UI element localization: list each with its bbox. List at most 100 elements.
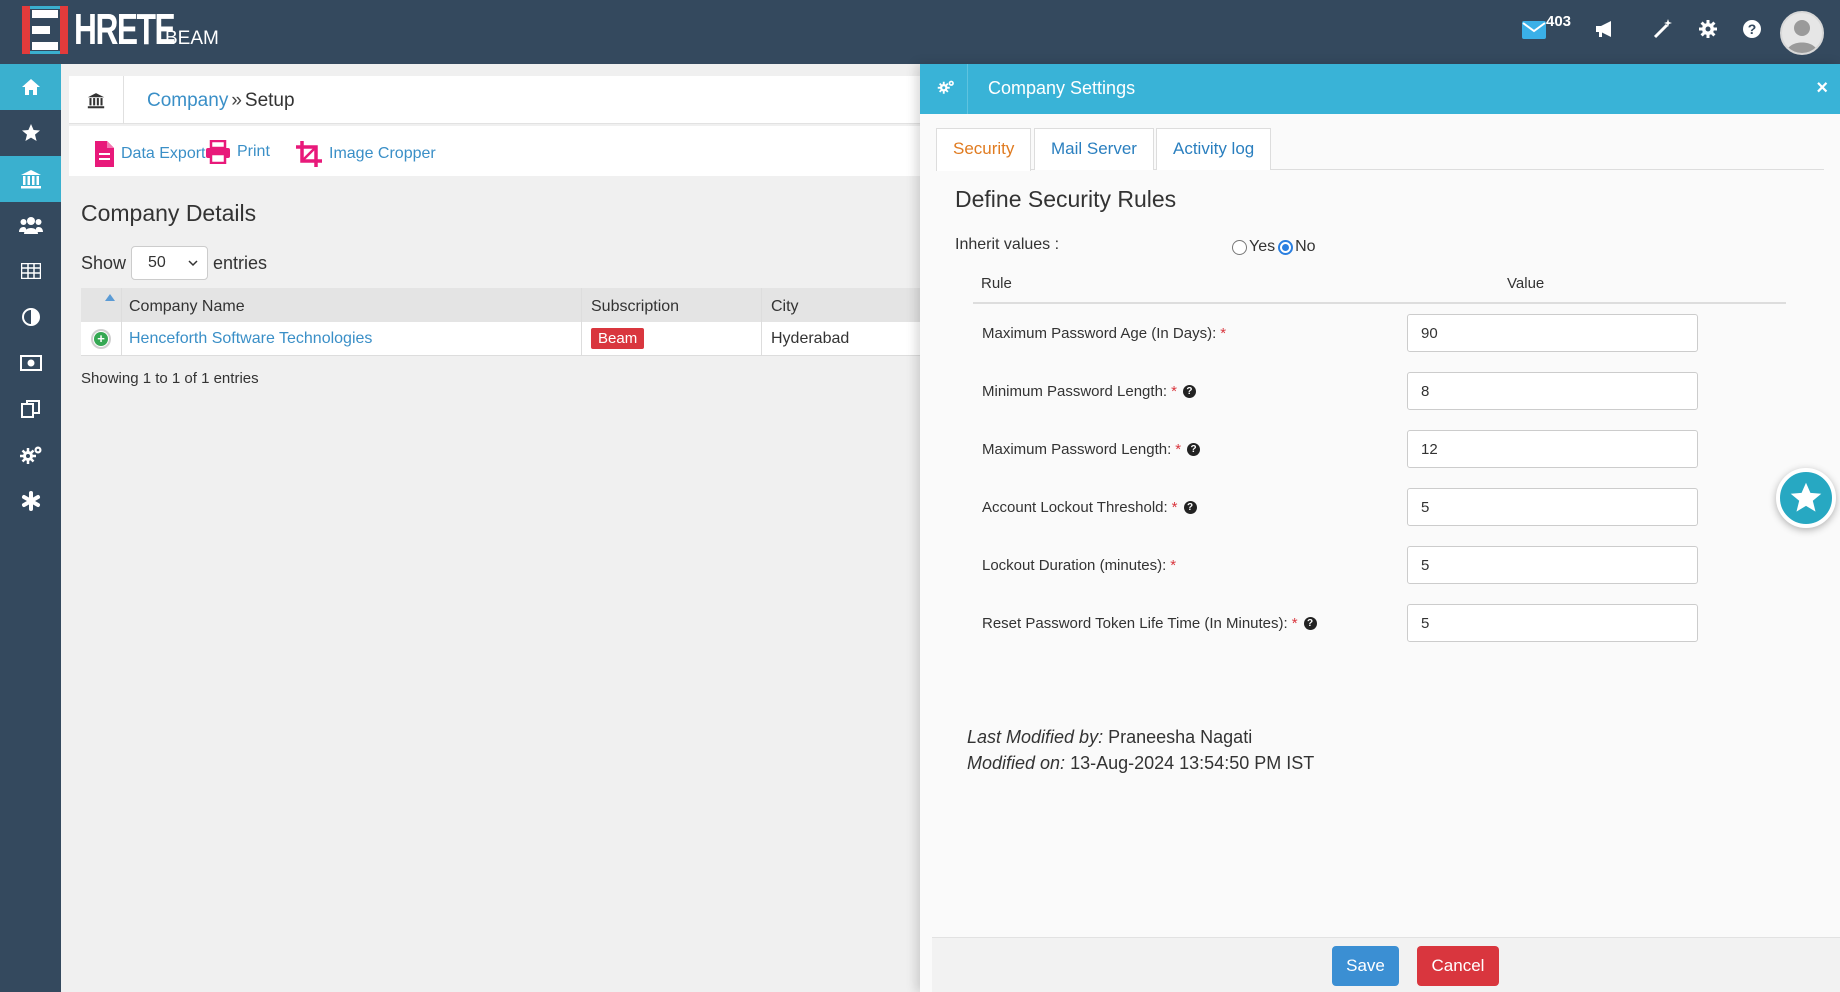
mail-icon[interactable] — [1522, 18, 1546, 46]
required-marker: * — [1170, 557, 1177, 574]
image-cropper-button[interactable]: Image Cropper — [295, 140, 436, 168]
sidebar-users[interactable] — [0, 202, 61, 248]
table-info: Showing 1 to 1 of 1 entries — [81, 370, 259, 387]
rules-header: Rule Value — [973, 264, 1786, 304]
rule-value-input[interactable] — [1407, 430, 1698, 468]
breadcrumb-company-link[interactable]: Company — [147, 90, 228, 111]
company-details-panel: Company Details Show 50 entries Company … — [69, 184, 941, 984]
sidebar-home[interactable] — [0, 64, 61, 110]
breadcrumb-home[interactable] — [69, 76, 124, 124]
cancel-button[interactable]: Cancel — [1417, 946, 1499, 986]
entries-select[interactable]: 50 — [131, 246, 209, 280]
rule-label-text: Reset Password Token Life Time (In Minut… — [982, 615, 1288, 632]
rule-label-text: Maximum Password Length: — [982, 441, 1172, 458]
sidebar-table[interactable] — [0, 248, 61, 294]
column-value: Value — [1507, 275, 1545, 292]
required-marker: * — [1171, 383, 1177, 400]
inherit-radio-group: Yes No — [1232, 238, 1316, 256]
favorite-fab-button[interactable] — [1776, 468, 1836, 528]
tab-activity-log[interactable]: Activity log — [1156, 128, 1272, 170]
app-name: BEAM — [165, 28, 219, 49]
rule-value-input[interactable] — [1407, 372, 1698, 410]
inherit-yes-label: Yes — [1249, 238, 1276, 255]
rule-value-input[interactable] — [1407, 604, 1698, 642]
rule-row: Minimum Password Length: *? — [982, 372, 1802, 412]
last-modified-by-value: Praneesha Nagati — [1108, 727, 1253, 747]
money-icon — [19, 355, 42, 371]
rule-value-input[interactable] — [1407, 314, 1698, 352]
bank-icon — [20, 170, 41, 189]
rule-value-input[interactable] — [1407, 488, 1698, 526]
megaphone-icon[interactable] — [1594, 18, 1616, 46]
column-city[interactable]: City — [771, 298, 799, 316]
required-marker: * — [1291, 615, 1298, 632]
save-button[interactable]: Save — [1332, 946, 1399, 986]
tab-mail-server[interactable]: Mail Server — [1034, 128, 1154, 170]
required-marker: * — [1220, 325, 1227, 342]
required-marker: * — [1175, 441, 1182, 458]
help-icon[interactable]: ? — [1742, 18, 1762, 46]
sort-asc-icon[interactable] — [105, 294, 115, 301]
breadcrumb-current: Setup — [244, 90, 295, 111]
rule-row: Reset Password Token Life Time (In Minut… — [982, 604, 1802, 644]
rule-label: Account Lockout Threshold: *? — [982, 499, 1197, 516]
column-divider — [581, 288, 582, 356]
modified-info: Last Modified by: Praneesha Nagati Modif… — [967, 724, 1314, 776]
contrast-icon — [21, 308, 40, 326]
rule-label-text: Minimum Password Length: — [982, 383, 1168, 400]
sidebar-copy[interactable] — [0, 386, 61, 432]
inherit-no-radio[interactable] — [1278, 239, 1294, 255]
table-header: Company Name Subscription City — [81, 288, 941, 322]
users-icon — [18, 217, 43, 234]
user-avatar[interactable] — [1780, 11, 1824, 55]
help-icon[interactable]: ? — [1303, 617, 1317, 630]
help-icon[interactable]: ? — [1183, 501, 1197, 514]
chevron-down-icon — [188, 260, 198, 267]
sidebar-contrast[interactable] — [0, 294, 61, 340]
help-icon[interactable]: ? — [1187, 443, 1201, 456]
tab-security[interactable]: Security — [936, 128, 1032, 171]
rule-label: Lockout Duration (minutes): * — [982, 557, 1176, 574]
close-icon[interactable]: × — [1816, 77, 1828, 100]
table-row[interactable]: + Henceforth Software Technologies Beam … — [81, 322, 941, 356]
sidebar-money[interactable] — [0, 340, 61, 386]
column-company-name[interactable]: Company Name — [129, 298, 245, 316]
inherit-yes-radio[interactable] — [1232, 239, 1247, 255]
column-subscription[interactable]: Subscription — [591, 298, 679, 316]
expand-row-icon[interactable]: + — [91, 329, 111, 349]
breadcrumb-separator: » — [231, 90, 242, 111]
subscription-badge: Beam — [591, 328, 645, 349]
print-label: Print — [237, 143, 270, 160]
entries-selector-row: Show 50 entries — [81, 246, 267, 280]
print-button[interactable]: Print — [205, 140, 270, 164]
modal-footer: Save Cancel — [932, 937, 1840, 992]
entries-label: entries — [213, 252, 268, 273]
rule-label: Maximum Password Length: *? — [982, 441, 1201, 458]
modal-header: Company Settings × — [920, 64, 1840, 114]
magic-wand-icon[interactable] — [1652, 18, 1674, 47]
rule-label-text: Account Lockout Threshold: — [982, 499, 1168, 516]
rule-label-text: Lockout Duration (minutes): — [982, 557, 1167, 574]
svg-text:?: ? — [1748, 21, 1757, 37]
column-divider — [761, 288, 762, 356]
logo-text: HRETE — [74, 5, 176, 54]
section-title: Define Security Rules — [955, 186, 1177, 212]
breadcrumb-text: Company» Setup — [147, 90, 295, 112]
company-settings-modal: Company Settings × Security Mail Server … — [920, 64, 1840, 992]
sidebar-misc[interactable] — [0, 478, 61, 524]
sidebar-settings[interactable] — [0, 432, 61, 478]
star-icon — [21, 124, 40, 141]
header-divider — [967, 64, 968, 114]
rule-value-input[interactable] — [1407, 546, 1698, 584]
modal-title: Company Settings — [988, 78, 1136, 98]
data-export-button[interactable]: Data Export — [93, 140, 205, 168]
crop-icon — [296, 141, 322, 167]
gear-icon[interactable] — [1698, 18, 1718, 46]
sidebar-company[interactable] — [0, 156, 61, 202]
column-rule: Rule — [981, 275, 1012, 292]
sidebar-favorites[interactable] — [0, 110, 61, 156]
help-icon[interactable]: ? — [1182, 385, 1196, 398]
last-modified-by-label: Last Modified by: — [967, 727, 1104, 747]
company-name-link[interactable]: Henceforth Software Technologies — [129, 330, 372, 348]
top-navbar: HRETE BEAM 403 ? — [0, 0, 1840, 64]
